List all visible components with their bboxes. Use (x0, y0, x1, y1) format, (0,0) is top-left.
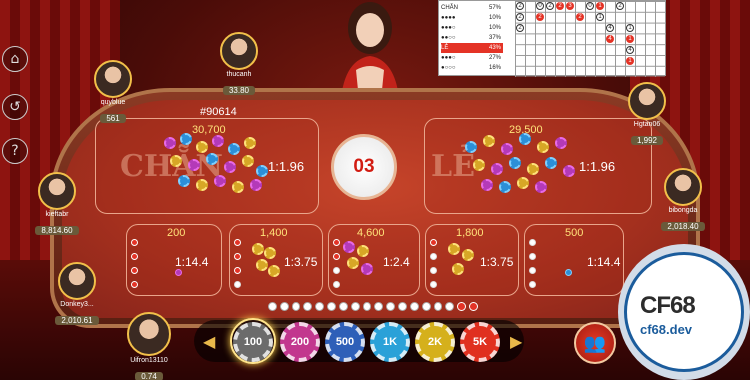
avatar (58, 262, 96, 300)
chip-100[interactable]: 100 (233, 322, 273, 362)
bet-area-0-red[interactable]: 500 1:14.4 (524, 224, 624, 296)
chip-right-arrow[interactable]: ▶ (510, 332, 522, 351)
game-id: #90614 (200, 106, 237, 118)
users-icon: 👥 (583, 332, 607, 354)
help-button[interactable]: ? (2, 138, 28, 164)
stats-row-2: 10% (488, 25, 501, 31)
player-hgtan06[interactable]: Hgtan06 1,992 (612, 82, 682, 147)
player-name: bibongda (668, 207, 698, 214)
sub-bet-amount-2: 1,400 (260, 227, 288, 239)
sub-bet-odds-1: 1:14.4 (175, 255, 209, 269)
player-balance: 2,018.40 (661, 222, 705, 231)
player-self[interactable]: Uifron13110 0.74 (114, 312, 184, 380)
avatar (94, 60, 132, 98)
player-balance: 561 (100, 114, 126, 123)
player-balance: 33.80 (222, 86, 256, 95)
player-name: thucanh (226, 71, 252, 78)
chan-amount: 30,700 (192, 124, 226, 136)
history-icon: ↺ (9, 99, 21, 115)
sub-bet-amount-5: 500 (565, 227, 584, 239)
timer-value: 03 (353, 156, 375, 177)
sub-bet-odds-5: 1:14.4 (587, 255, 621, 269)
player-name: Uifron13110 (130, 357, 168, 364)
sub-bet-odds-3: 1:2.4 (383, 255, 410, 269)
stats-row-3: 37% (488, 35, 501, 41)
le-odds: 1:1.96 (579, 159, 616, 174)
bet-area-3-red[interactable]: 1,400 1:3.75 (229, 224, 323, 296)
player-balance: 0.74 (135, 372, 163, 380)
stats-row-4: 27% (488, 55, 501, 61)
sub-bet-amount-1: 200 (167, 227, 186, 239)
stats-panel: CHẴN 57% ●●●● 10% ●●●○ 10% ●●○○ 37% LẺ 43% ●●… (438, 0, 666, 77)
player-balance: 1,992 (630, 136, 664, 145)
history-button[interactable]: ↺ (2, 94, 28, 120)
result-rail (268, 300, 478, 312)
avatar (664, 168, 702, 206)
stats-chan-pct: 57% (488, 5, 501, 11)
player-name: quyblue (100, 99, 126, 106)
stats-grid: 2 0 2 2 3 0 1 2 2 2 2 1 2 4 1 4 1 4 1 (515, 1, 665, 77)
stats-row-5: 16% (488, 65, 501, 71)
player-name: Hgtan06 (633, 121, 661, 128)
game-scene: #90614 CHẴN 30,700 1:1.96 03 LẺ 29,500 1… (0, 0, 750, 380)
bet-area-2-red[interactable]: 4,600 1:2.4 (328, 224, 420, 296)
bet-area-1-red[interactable]: 1,800 1:3.75 (425, 224, 519, 296)
stats-chan-label: CHẴN (441, 5, 459, 11)
home-icon: ⌂ (10, 51, 20, 67)
player-thucanh[interactable]: thucanh 33.80 (204, 32, 274, 97)
home-button[interactable]: ⌂ (2, 46, 28, 72)
stats-row-1: 10% (488, 15, 501, 21)
logo-domain: cf68.dev (640, 322, 693, 337)
chip-1k[interactable]: 1K (370, 322, 410, 362)
bet-area-4-red[interactable]: 200 1:14.4 (126, 224, 222, 296)
stats-le-label: LẺ (441, 45, 449, 51)
player-name: kieftabr (45, 211, 69, 218)
avatar (127, 312, 171, 356)
player-bibongda[interactable]: bibongda 2,018.40 (648, 168, 718, 233)
chip-200[interactable]: 200 (280, 322, 320, 362)
help-icon: ? (11, 143, 19, 159)
avatar (220, 32, 258, 70)
sub-bet-amount-4: 1,800 (456, 227, 484, 239)
player-balance: 2,010.61 (55, 316, 99, 325)
countdown-timer: 03 (331, 134, 397, 200)
le-label: LẺ (431, 149, 475, 184)
cf68-logo: CF68 cf68.dev (618, 244, 750, 380)
player-donkey3[interactable]: Donkey3... 2,010.61 (42, 262, 112, 327)
player-balance: 8,814.60 (35, 226, 79, 235)
avatar (38, 172, 76, 210)
chip-2k[interactable]: 2K (415, 322, 455, 362)
stats-le-pct: 43% (488, 45, 501, 51)
player-name: Donkey3... (60, 301, 94, 308)
logo-mark: CF68 (640, 292, 696, 319)
sub-bet-amount-3: 4,600 (357, 227, 385, 239)
player-quyblue[interactable]: quyblue 561 (78, 60, 148, 125)
player-kieftabr[interactable]: kieftabr 8,814.60 (22, 172, 92, 237)
chip-500[interactable]: 500 (325, 322, 365, 362)
chan-odds: 1:1.96 (268, 159, 305, 174)
sub-bet-odds-4: 1:3.75 (480, 255, 514, 269)
avatar (628, 82, 666, 120)
players-button[interactable]: 👥 (574, 322, 616, 364)
bet-area-chan[interactable]: CHẴN 30,700 1:1.96 (95, 118, 319, 214)
sub-bet-odds-2: 1:3.75 (284, 255, 318, 269)
chip-left-arrow[interactable]: ◀ (203, 332, 215, 351)
chip-5k[interactable]: 5K (460, 322, 500, 362)
